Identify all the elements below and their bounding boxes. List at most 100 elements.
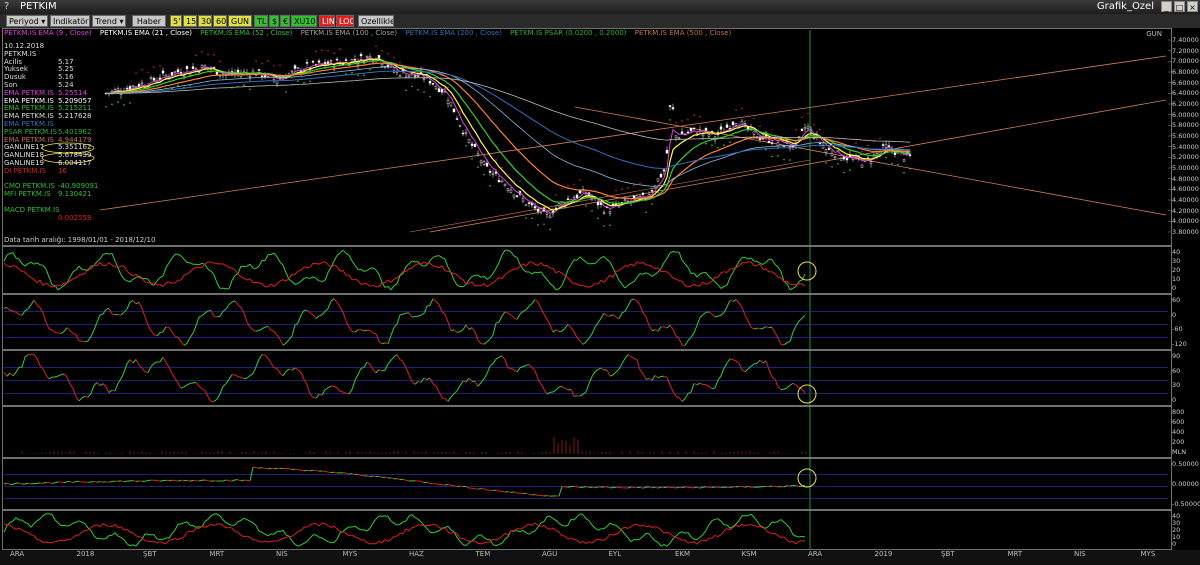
indicator-line-red	[186, 530, 191, 533]
indicator-line	[402, 312, 407, 315]
indicator-line	[657, 486, 662, 489]
indicator-line-red	[213, 523, 218, 527]
info-label: GANLINE17	[4, 143, 44, 152]
indicator-line	[666, 542, 671, 547]
indicator-line	[654, 486, 659, 489]
indicator-line	[54, 481, 59, 484]
candle-body	[704, 128, 708, 131]
indicator-line	[102, 383, 107, 387]
psar-dot	[747, 115, 749, 117]
indicator-line	[405, 479, 410, 482]
indicator-line	[15, 257, 20, 260]
candle-body	[311, 61, 315, 63]
indicator-line	[411, 514, 416, 518]
indicator-line	[228, 280, 233, 289]
indicator-line	[75, 396, 80, 402]
candle-body	[833, 156, 837, 159]
month-label: EKM	[675, 550, 691, 558]
indicator-line	[132, 544, 137, 547]
indicator-line	[507, 491, 512, 493]
indicator-line	[663, 375, 668, 378]
indicator-line	[777, 337, 782, 345]
psar-dot	[717, 147, 719, 149]
psar-dot	[117, 101, 119, 103]
indicator-line	[225, 522, 230, 525]
indicator-line-red	[243, 277, 248, 281]
indicator-line-red	[117, 265, 122, 269]
indicator-line	[546, 279, 551, 284]
candle-body	[824, 149, 828, 153]
candle-body	[860, 164, 864, 168]
indicator-line	[606, 486, 611, 489]
indicator-line	[99, 383, 104, 386]
indicator-line	[222, 383, 227, 387]
candle-body	[437, 88, 441, 92]
indicator-line	[183, 342, 188, 346]
psar-dot	[333, 52, 335, 54]
indicator-line	[627, 354, 632, 358]
indicator-line	[786, 384, 791, 389]
indicator-line	[615, 524, 620, 529]
indicator-line-red	[12, 527, 17, 530]
indicator-line	[273, 367, 278, 369]
psar-dot	[831, 166, 833, 168]
indicator-line	[183, 258, 188, 263]
indicator-line	[627, 282, 632, 286]
price-axis-label: 4.00000	[1172, 217, 1199, 226]
indicator-line	[495, 356, 500, 360]
indicator-line-red	[378, 540, 383, 544]
psar-dot	[141, 68, 143, 71]
indicator-line	[612, 371, 617, 376]
indicator-line	[420, 377, 425, 383]
indicator-line	[717, 518, 722, 522]
indicator-line-red	[72, 534, 77, 539]
indicator-line	[633, 298, 638, 302]
indicator-line	[534, 493, 539, 496]
price-axis-label: 5.80000	[1172, 121, 1199, 130]
indicator-line	[438, 255, 443, 258]
indicator-line-red	[696, 540, 701, 545]
indicator-line	[327, 300, 332, 309]
indicator-line	[39, 307, 44, 314]
indicator-line	[402, 478, 407, 481]
psar-dot	[771, 155, 773, 158]
psar-dot	[207, 53, 209, 56]
info-row	[4, 222, 102, 230]
month-label: AĞU	[542, 550, 558, 558]
indicator-line	[255, 525, 260, 532]
indicator-line	[138, 539, 143, 543]
indicator-line-red	[705, 282, 710, 285]
indicator-line-red	[285, 536, 290, 538]
indicator-line-red	[39, 279, 44, 286]
indicator-line	[573, 331, 578, 338]
indicator-line-red	[45, 541, 50, 544]
indicator-line	[144, 277, 149, 280]
indicator-line	[321, 389, 326, 396]
indicator-line	[129, 278, 134, 283]
indicator-line	[771, 259, 776, 265]
indicator-line-red	[678, 538, 683, 541]
indicator-line-red	[510, 268, 515, 271]
indicator-line-red	[540, 262, 545, 267]
indicator-line	[408, 312, 413, 318]
indicator-line	[387, 335, 392, 344]
indicator-line	[501, 311, 506, 317]
indicator-line	[582, 486, 587, 488]
candle-body	[422, 78, 426, 80]
indicator-line-red	[435, 524, 440, 528]
indicator-line-red	[780, 536, 785, 539]
indicator-line-red	[777, 535, 782, 538]
indicator-line	[633, 357, 638, 361]
indicator-line	[444, 258, 449, 268]
indicator-line	[192, 381, 197, 384]
psar-dot	[237, 85, 239, 88]
indicator-line-red	[546, 527, 551, 530]
price-axis-label: 4.40000	[1172, 196, 1199, 204]
panel-axis-label: 0	[1172, 284, 1177, 292]
indicator-line	[654, 329, 659, 332]
indicator-line-red	[90, 525, 95, 528]
indicator-line	[621, 530, 626, 535]
indicator-line	[747, 320, 752, 328]
indicator-line-red	[156, 541, 161, 544]
indicator-line	[750, 363, 755, 367]
